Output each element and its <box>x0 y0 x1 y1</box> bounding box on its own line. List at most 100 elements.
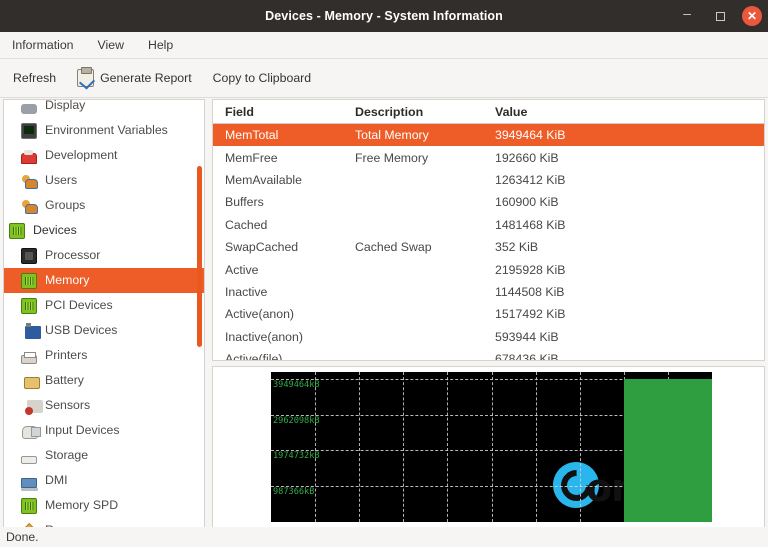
display-icon <box>21 103 37 114</box>
monitor-terminal-icon <box>21 122 37 139</box>
menu-help[interactable]: Help <box>145 36 176 54</box>
cell-value: 1144508 KiB <box>495 284 565 299</box>
maximize-button[interactable] <box>709 5 731 27</box>
chart-y-tick-label: 1974732kB <box>273 451 320 462</box>
chart-bar <box>623 378 669 522</box>
sidebar-scrollbar-thumb[interactable] <box>197 166 202 347</box>
sidebar-item-printers[interactable]: Printers <box>4 343 204 368</box>
cell-field: Buffers <box>225 195 264 210</box>
refresh-label: Refresh <box>13 71 57 85</box>
cell-field: MemAvailable <box>225 172 303 187</box>
dmi-monitor-icon <box>21 477 38 491</box>
sidebar-item-label: Input Devices <box>45 423 120 438</box>
sidebar-item-label: Printers <box>45 348 88 363</box>
sidebar-scrollbar-track[interactable] <box>197 100 203 527</box>
cell-value: 3949464 KiB <box>495 128 566 143</box>
cell-value: 192660 KiB <box>495 150 559 165</box>
menu-information[interactable]: Information <box>9 36 77 54</box>
maximize-icon <box>715 11 725 21</box>
cell-description: Total Memory <box>355 128 429 143</box>
cell-value: 352 KiB <box>495 240 539 255</box>
battery-icon <box>24 376 40 389</box>
table-row[interactable]: MemAvailable 1263412 KiB <box>213 169 764 191</box>
sidebar-item-label: Users <box>45 173 78 188</box>
sidebar-item-groups[interactable]: Groups <box>4 193 204 218</box>
clipboard-icon <box>77 67 95 87</box>
development-icon <box>21 150 37 164</box>
cell-field: MemTotal <box>225 128 279 143</box>
sidebar-item-label: Environment Variables <box>45 123 168 138</box>
chart-gridline-vertical <box>491 372 493 522</box>
sidebar-item-battery[interactable]: Battery <box>4 368 204 393</box>
thermometer-icon <box>25 400 43 415</box>
sidebar-item-label: Sensors <box>45 398 91 413</box>
table-row[interactable]: Cached 1481468 KiB <box>213 214 764 236</box>
users-icon <box>21 173 38 189</box>
close-button[interactable]: ✕ <box>742 6 762 26</box>
sidebar-item-label: Groups <box>45 198 86 213</box>
generate-report-button[interactable]: Generate Report <box>73 66 196 90</box>
chart-y-tick-label: 3949464kB <box>273 379 320 390</box>
window-controls: – ✕ <box>676 0 762 32</box>
sidebar-list: Display Environment Variables Development U… <box>4 100 204 527</box>
cell-value: 1263412 KiB <box>495 172 566 187</box>
chart-gridline-vertical <box>315 372 317 522</box>
table-row[interactable]: Inactive(anon) 593944 KiB <box>213 326 764 348</box>
printer-icon <box>21 352 37 364</box>
copy-to-clipboard-button[interactable]: Copy to Clipboard <box>209 68 315 88</box>
table-row[interactable]: MemTotal Total Memory 3949464 KiB <box>213 124 764 147</box>
sidebar-item-memory[interactable]: Memory <box>4 268 204 293</box>
sidebar-item-environment-variables[interactable]: Environment Variables <box>4 118 204 143</box>
cell-field: Active <box>225 262 259 277</box>
memory-bar-chart: onnect com 3949464kB2962098kB1974732kB98… <box>271 372 712 522</box>
menu-view[interactable]: View <box>95 36 127 54</box>
table-row[interactable]: Active(file) 678436 KiB <box>213 348 764 361</box>
sidebar-item-devices[interactable]: Devices <box>4 218 204 243</box>
chart-bar <box>667 378 712 522</box>
table-row[interactable]: Active 2195928 KiB <box>213 258 764 280</box>
chart-gridline-vertical <box>535 372 537 522</box>
sidebar-item-label: Memory SPD <box>45 498 119 513</box>
memory-spd-chip-icon <box>21 497 37 514</box>
column-header-field[interactable]: Field <box>213 105 355 119</box>
generate-report-label: Generate Report <box>100 71 192 85</box>
sidebar-item-usb-devices[interactable]: USB Devices <box>4 318 204 343</box>
table-row[interactable]: Buffers 160900 KiB <box>213 191 764 213</box>
menu-bar: Information View Help <box>0 32 768 59</box>
cell-value: 2195928 KiB <box>495 262 566 277</box>
table-row[interactable]: SwapCached Cached Swap 352 KiB <box>213 236 764 258</box>
sidebar-item-processor[interactable]: Processor <box>4 243 204 268</box>
minimize-button[interactable]: – <box>676 5 698 27</box>
chart-y-tick-label: 987366kB <box>273 487 315 498</box>
sidebar-item-development[interactable]: Development <box>4 143 204 168</box>
refresh-button[interactable]: Refresh <box>9 68 60 88</box>
sidebar-item-users[interactable]: Users <box>4 168 204 193</box>
sidebar-item-dmi[interactable]: DMI <box>4 468 204 493</box>
cell-value: 160900 KiB <box>495 195 559 210</box>
chart-y-tick-label: 2962098kB <box>273 415 320 426</box>
sidebar-item-memory-spd[interactable]: Memory SPD <box>4 493 204 518</box>
table-row[interactable]: Active(anon) 1517492 KiB <box>213 303 764 325</box>
table-row[interactable]: MemFree Free Memory 192660 KiB <box>213 146 764 168</box>
sidebar-item-input-devices[interactable]: Input Devices <box>4 418 204 443</box>
sidebar-item-pci-devices[interactable]: PCI Devices <box>4 293 204 318</box>
chart-gridline-vertical <box>359 372 361 522</box>
minimize-icon: – <box>683 5 691 21</box>
cell-description: Cached Swap <box>355 240 432 255</box>
column-header-description[interactable]: Description <box>355 105 495 119</box>
sidebar-item-label: Storage <box>45 448 89 463</box>
sidebar-item-sensors[interactable]: Sensors <box>4 393 204 418</box>
sidebar-item-storage[interactable]: Storage <box>4 443 204 468</box>
tool-bar: Refresh Generate Report Copy to Clipboar… <box>0 59 768 98</box>
column-header-value[interactable]: Value <box>495 105 764 119</box>
cell-value: 678436 KiB <box>495 352 559 361</box>
table-row[interactable]: Inactive 1144508 KiB <box>213 281 764 303</box>
input-devices-icon <box>22 426 41 439</box>
close-icon: ✕ <box>746 9 758 23</box>
sidebar-item-label: Memory <box>45 273 90 288</box>
sidebar-item-label: Devices <box>33 223 77 238</box>
copy-to-clipboard-label: Copy to Clipboard <box>212 71 312 85</box>
sidebar-item-label: USB Devices <box>45 323 118 338</box>
chart-gridline-vertical <box>579 372 581 522</box>
sidebar-item-display[interactable]: Display <box>4 100 204 118</box>
